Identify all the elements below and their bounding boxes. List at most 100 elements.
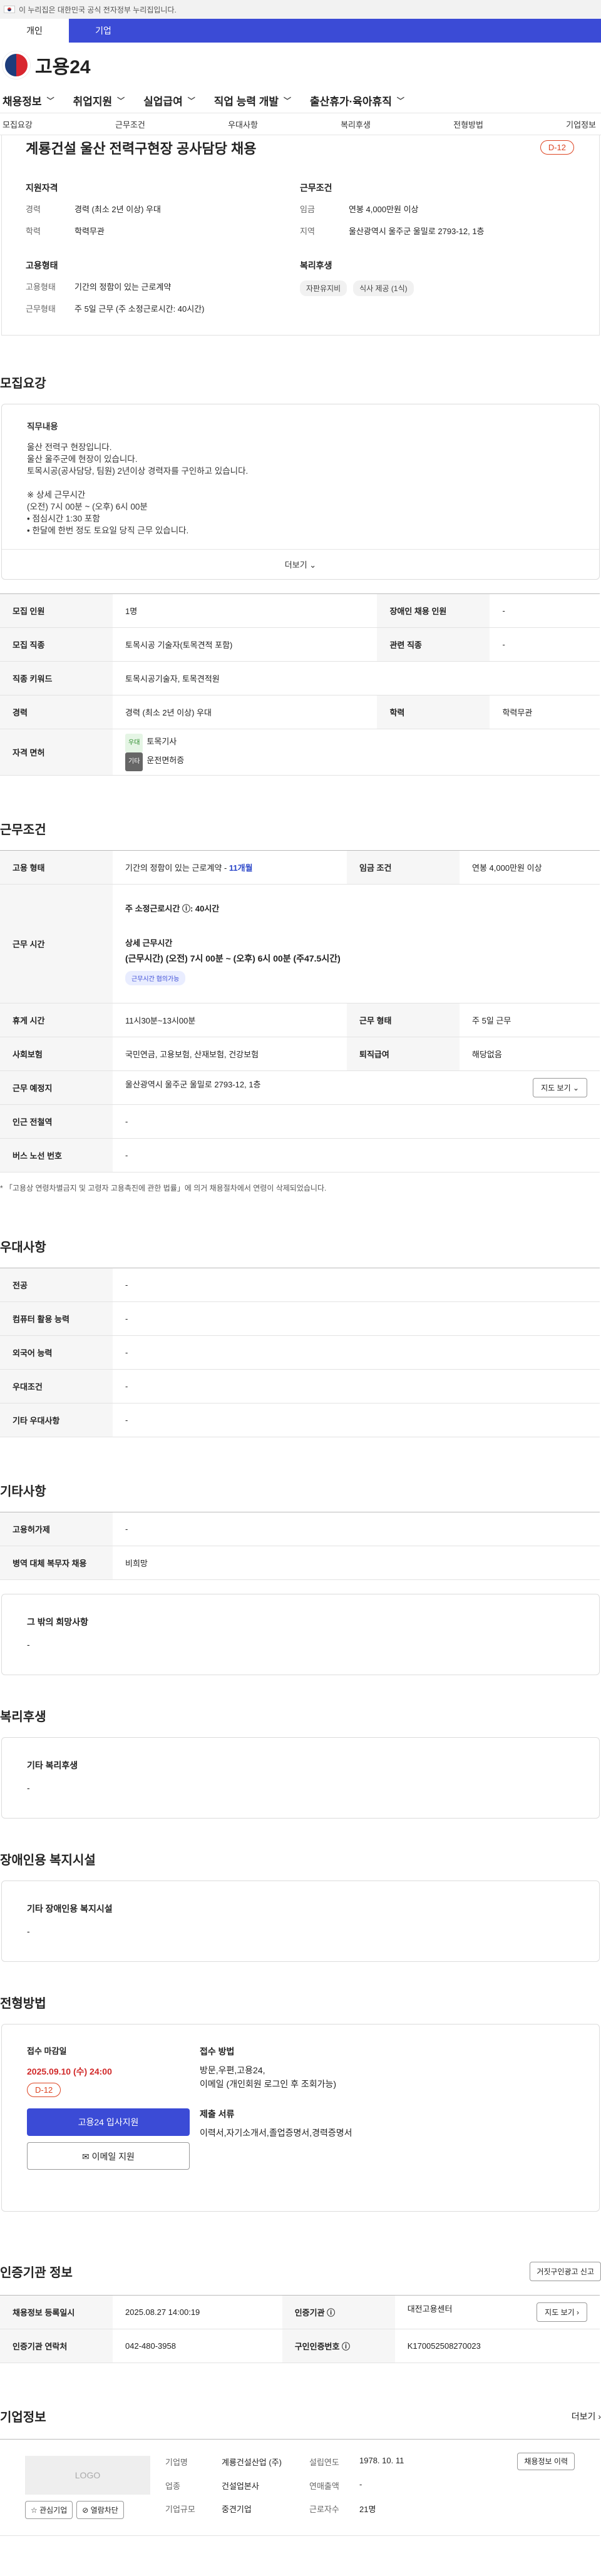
chevron-down-icon: ﹀ <box>187 96 195 105</box>
recruit-table: 모집 인원 1명 장애인 채용 인원 - 모집 직종 토목시공 기술자(토목견적 포함)… <box>0 593 600 776</box>
nav-vocational-training[interactable]: 직업 능력 개발 ﹀ <box>214 93 291 108</box>
table-row: 근무 예정지 울산광역시 울주군 울밀로 2793-12, 1층 지도 보기 ⌄ <box>0 1070 600 1105</box>
row-value: - <box>113 1512 600 1546</box>
industry: 건설업본사 <box>222 2481 259 2491</box>
row-value: 042-480-3958 <box>113 2329 282 2363</box>
row-value: 해당없음 <box>460 1037 600 1071</box>
detail-label: 업종 <box>165 2481 180 2491</box>
method-value: 방문,우편,고용24, 이메일 (개인회원 로그인 후 조회가능) <box>200 2065 337 2089</box>
row-label: 휴게 시간 <box>0 1003 113 1037</box>
table-row: 컴퓨터 활용 능력 - <box>0 1301 600 1336</box>
region-value: 울산광역시 울주군 울밀로 2793-12, 1층 <box>349 227 485 236</box>
email-apply-button[interactable]: ✉ 이메일 지원 <box>27 2142 190 2170</box>
row-label: 퇴직급여 <box>347 1037 460 1071</box>
nav-job-info[interactable]: 채용정보 ﹀ <box>3 93 54 108</box>
disabled-facility-heading: 장애인용 복지시설 <box>0 1854 96 1867</box>
tab-personal[interactable]: 개인 <box>0 19 69 43</box>
job-history-button[interactable]: 채용정보 이력 <box>517 2453 575 2470</box>
detail-label: 근로자수 <box>309 2505 339 2515</box>
dday-badge: D-12 <box>540 140 574 155</box>
license-tag: 기타 <box>125 752 143 771</box>
job-content-label: 직무내용 <box>27 422 58 431</box>
row-label: 외국어 능력 <box>0 1335 113 1370</box>
table-row: 우대조건 - <box>0 1369 600 1403</box>
row-label: 채용정보 등록일시 <box>0 2295 113 2329</box>
more-label: 더보기 <box>284 560 307 570</box>
work-heading: 근무조건 <box>0 823 46 837</box>
table-row: 버스 노선 번호 - <box>0 1138 600 1173</box>
education-label: 학력 <box>26 227 41 236</box>
hours-detail: (근무시간) (오전) 7시 00분 ~ (오후) 6시 00분 (주47.5시… <box>125 953 341 963</box>
favorite-company-button[interactable]: ☆ 관심기업 <box>25 2501 73 2519</box>
apply-button[interactable]: 고용24 입사지원 <box>27 2108 190 2136</box>
table-row: 병역 대체 복무자 채용 비희망 <box>0 1546 600 1580</box>
row-value: 경력 (최소 2년 이상) 우대 <box>113 695 378 729</box>
logo-emblem-icon[interactable] <box>3 51 30 79</box>
row-label: 컴퓨터 활용 능력 <box>0 1301 113 1336</box>
block-view-button[interactable]: ⊘ 열람차단 <box>76 2501 124 2519</box>
company-name: 계룡건설산업 (주) <box>222 2458 282 2467</box>
recruit-heading: 모집요강 <box>0 377 46 391</box>
qualification-heading: 지원자격 <box>26 183 58 193</box>
anchor-tab-welfare[interactable]: 복리후생 <box>341 118 371 130</box>
row-label: 장애인 채용 인원 <box>377 593 490 628</box>
map-button[interactable]: 지도 보기 ⌄ <box>533 1078 587 1097</box>
row-label: 버스 노선 번호 <box>0 1138 113 1173</box>
table-row: 직종 키워드 토목시공기술자, 토목견적원 <box>0 661 600 695</box>
anchor-tab-preference[interactable]: 우대사항 <box>228 118 258 130</box>
site-logo[interactable]: 고용24 <box>35 51 91 79</box>
chevron-down-icon: ﹀ <box>284 96 292 105</box>
row-value: K170052508270023 <box>394 2329 600 2363</box>
gov-banner: 이 누리집은 대한민국 공식 전자정부 누리집입니다. <box>0 0 601 19</box>
chevron-down-icon: ⌄ <box>309 560 317 570</box>
row-value: - <box>113 1403 600 1437</box>
docs-value: 이력서,자기소개서,졸업증명서,경력증명서 <box>200 2128 352 2138</box>
nav-maternity-leave[interactable]: 출산휴가·육아휴직 ﹀ <box>310 93 404 108</box>
row-label: 경력 <box>0 695 113 729</box>
row-value: - <box>113 1268 600 1302</box>
row-label: 임금 조건 <box>347 850 460 885</box>
dday-badge: D-12 <box>27 2083 61 2097</box>
tab-company[interactable]: 기업 <box>69 19 138 43</box>
anchor-tab-company[interactable]: 기업정보 <box>566 118 596 130</box>
pay-value: 연봉 4,000만원 이상 <box>349 205 419 214</box>
nav-employment-support[interactable]: 취업지원 ﹀ <box>73 93 125 108</box>
welfare-heading: 복리후생 <box>300 260 332 270</box>
report-fake-ad-button[interactable]: 거짓구인광고 신고 <box>530 2262 601 2281</box>
hours-tag: 근무시간 협의가능 <box>125 971 186 985</box>
docs-label: 제출 서류 <box>200 2109 235 2119</box>
work-type-value: 주 5일 근무 (주 소정근로시간: 40시간) <box>74 304 205 314</box>
row-label: 병역 대체 복무자 채용 <box>0 1546 113 1580</box>
company-info: LOGO ☆ 관심기업 ⊘ 열람차단 기업명 계룡건설산업 (주) 설립연도 197… <box>0 2439 600 2536</box>
license-list: 우대 토목기사 기타 운전면허증 <box>113 729 600 776</box>
welfare-label: 기타 복리후생 <box>27 1760 78 1770</box>
anchor-tabs: 모집요강 근무조건 우대사항 복리후생 전형방법 기업정보 <box>0 113 601 135</box>
map-button[interactable]: 지도 보기 › <box>537 2302 587 2322</box>
cert-heading: 인증기관 정보 <box>0 2266 73 2280</box>
other-wishes-box: 그 밖의 희망사항 - <box>1 1594 600 1675</box>
row-label: 기타 우대사항 <box>0 1403 113 1437</box>
anchor-tab-selection[interactable]: 전형방법 <box>453 118 483 130</box>
table-row: 경력 경력 (최소 2년 이상) 우대 학력 학력무관 <box>0 695 600 729</box>
company-more-link[interactable]: 더보기 › <box>572 2410 601 2423</box>
emp-type-text: 기간의 정함이 있는 근로계약 - <box>125 863 229 873</box>
row-value: 2025.08.27 14:00:19 <box>113 2295 282 2329</box>
more-button[interactable]: 더보기 ⌄ <box>2 549 599 579</box>
row-value: 대전고용센터 지도 보기 › <box>394 2295 600 2329</box>
row-label: 모집 인원 <box>0 593 113 628</box>
table-row: 근무 시간 주 소정근로시간 ⓘ: 40시간 상세 근무시간 (근무시간) (오… <box>0 884 600 1003</box>
employee-count: 21명 <box>359 2505 376 2515</box>
anchor-tab-recruit[interactable]: 모집요강 <box>3 118 33 130</box>
chevron-down-icon: ﹀ <box>396 96 404 105</box>
row-value: - <box>113 1138 600 1173</box>
table-row: 자격 면허 우대 토목기사 기타 운전면허증 <box>0 729 600 776</box>
license-tag: 우대 <box>125 733 143 752</box>
nav-unemployment-benefit[interactable]: 실업급여 ﹀ <box>143 93 195 108</box>
preference-heading: 우대사항 <box>0 1241 46 1255</box>
anchor-tab-conditions[interactable]: 근무조건 <box>115 118 145 130</box>
table-row: 휴게 시간 11시30분~13시00분 근무 형태 주 5일 근무 <box>0 1003 600 1037</box>
etc-table: 고용허가제 - 병역 대체 복무자 채용 비희망 <box>0 1512 600 1580</box>
detail-label: 연매출액 <box>309 2481 339 2491</box>
table-row: 고용허가제 - <box>0 1512 600 1546</box>
row-value: 11시30분~13시00분 <box>113 1003 347 1037</box>
